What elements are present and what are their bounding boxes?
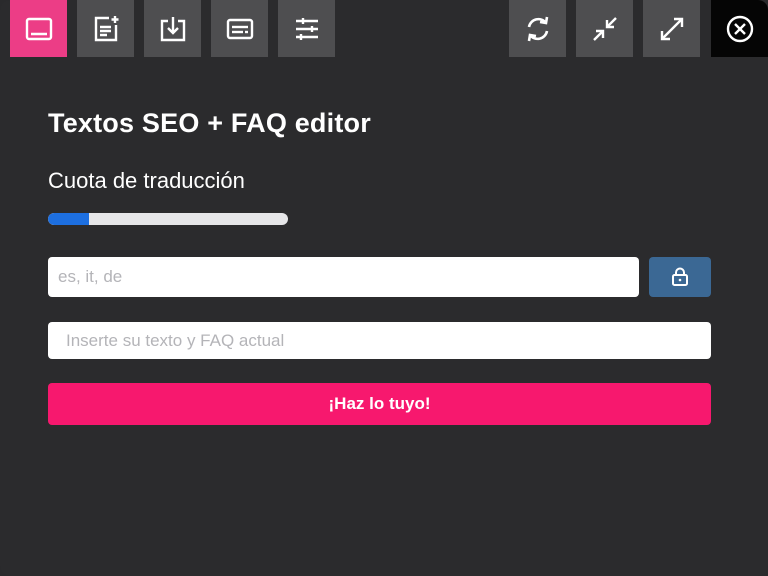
close-button[interactable]	[711, 0, 768, 57]
submit-button[interactable]: ¡Haz lo tuyo!	[48, 383, 711, 425]
panel-icon	[25, 17, 52, 40]
refresh-icon	[527, 16, 548, 41]
quota-progress-bar	[48, 213, 288, 225]
languages-input[interactable]	[48, 257, 639, 297]
note-add-icon	[94, 15, 118, 41]
maximize-icon	[660, 17, 683, 40]
minimize-icon	[592, 16, 617, 41]
settings-button[interactable]	[278, 0, 335, 57]
lock-button[interactable]	[649, 257, 711, 297]
note-add-button[interactable]	[77, 0, 134, 57]
lock-icon	[672, 267, 688, 286]
panel-button[interactable]	[10, 0, 67, 57]
subtitles-button[interactable]	[211, 0, 268, 57]
sliders-icon	[295, 17, 318, 40]
quota-progress-fill	[48, 213, 89, 225]
maximize-button[interactable]	[643, 0, 700, 57]
toolbar	[0, 0, 768, 58]
refresh-button[interactable]	[509, 0, 566, 57]
extension-window: Textos SEO + FAQ editor Cuota de traducc…	[0, 0, 768, 576]
subtitles-icon	[226, 18, 253, 39]
text-faq-input[interactable]	[48, 322, 711, 359]
quota-label: Cuota de traducción	[48, 168, 245, 193]
close-icon	[726, 15, 753, 42]
download-icon	[160, 16, 185, 41]
download-button[interactable]	[144, 0, 201, 57]
minimize-button[interactable]	[576, 0, 633, 57]
page-title: Textos SEO + FAQ editor	[48, 108, 371, 138]
